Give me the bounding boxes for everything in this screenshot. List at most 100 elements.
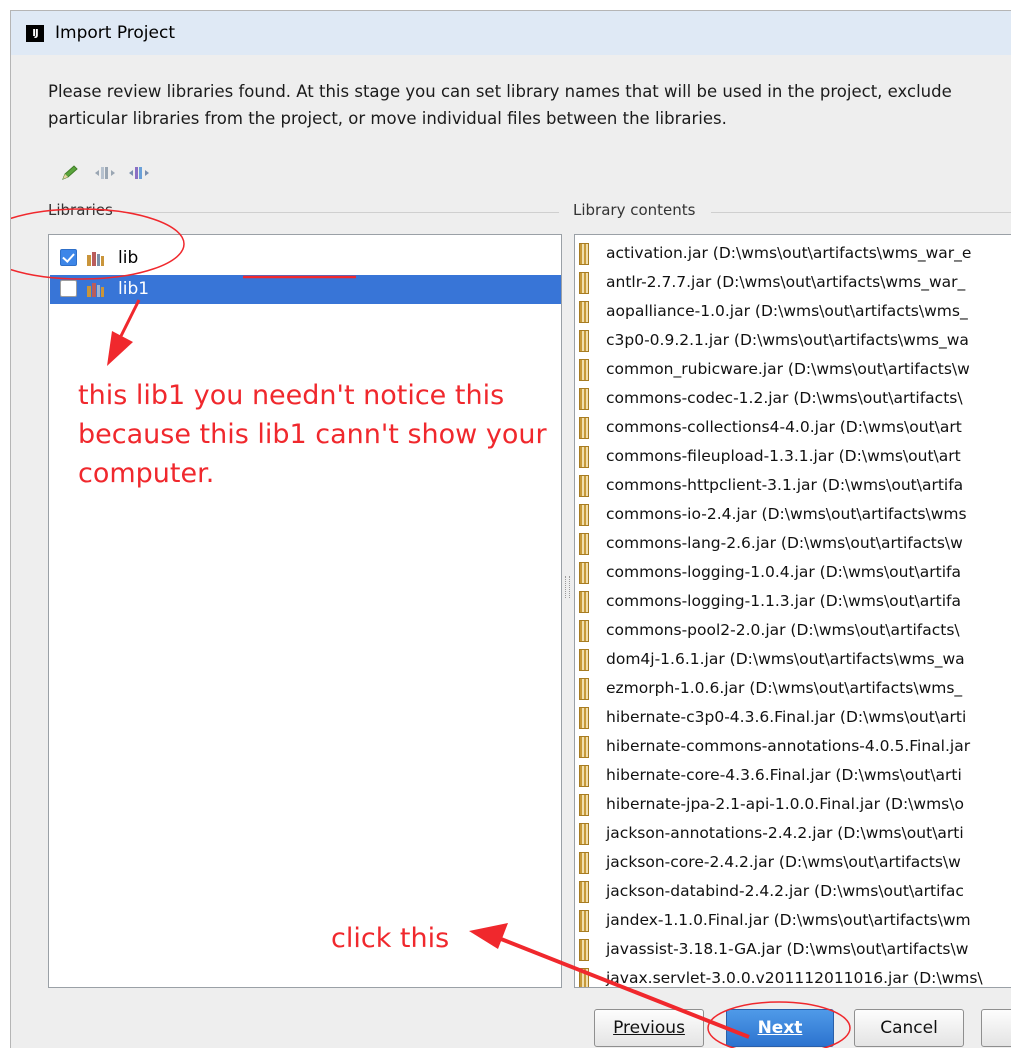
jar-row[interactable]: aopalliance-1.0.jar (D:\wms\out\artifact… <box>575 298 1011 327</box>
intellij-app-icon: IJ <box>26 25 44 42</box>
annotation-note-line-3: computer. <box>78 458 215 489</box>
jar-file-icon <box>579 446 589 468</box>
jar-row[interactable]: commons-pool2-2.0.jar (D:\wms\out\artifa… <box>575 617 1011 646</box>
jar-row[interactable]: jackson-databind-2.4.2.jar (D:\wms\out\a… <box>575 878 1011 907</box>
jar-name: jackson-annotations-2.4.2.jar (D:\wms\ou… <box>606 824 964 842</box>
edit-pencil-icon[interactable] <box>60 164 80 182</box>
cancel-button[interactable]: Cancel <box>854 1009 964 1047</box>
jar-file-icon <box>579 504 589 526</box>
jar-name: hibernate-jpa-2.1-api-1.0.0.Final.jar (D… <box>606 795 964 813</box>
jar-row[interactable]: jackson-core-2.4.2.jar (D:\wms\out\artif… <box>575 849 1011 878</box>
help-button-partial[interactable] <box>981 1009 1011 1047</box>
import-project-dialog: IJ Import Project Please review librarie… <box>10 10 1011 1048</box>
merge-libraries-icon[interactable] <box>94 164 115 182</box>
split-library-icon[interactable] <box>128 164 149 182</box>
jar-name: hibernate-core-4.3.6.Final.jar (D:\wms\o… <box>606 766 962 784</box>
jar-file-icon <box>579 330 589 352</box>
jar-file-icon <box>579 533 589 555</box>
instructions-text: Please review libraries found. At this s… <box>48 82 952 128</box>
library-name: lib <box>118 248 139 268</box>
jar-file-icon <box>579 707 589 729</box>
jar-name: commons-lang-2.6.jar (D:\wms\out\artifac… <box>606 534 963 552</box>
jar-row[interactable]: hibernate-c3p0-4.3.6.Final.jar (D:\wms\o… <box>575 704 1011 733</box>
jar-file-icon <box>579 765 589 787</box>
jar-name: javassist-3.18.1-GA.jar (D:\wms\out\arti… <box>606 940 969 958</box>
libraries-label: Libraries <box>48 201 113 219</box>
jar-row[interactable]: commons-logging-1.0.4.jar (D:\wms\out\ar… <box>575 559 1011 588</box>
jar-row[interactable]: commons-lang-2.6.jar (D:\wms\out\artifac… <box>575 530 1011 559</box>
library-name: lib1 <box>118 279 150 299</box>
jar-name: dom4j-1.6.1.jar (D:\wms\out\artifacts\wm… <box>606 650 965 668</box>
jar-name: c3p0-0.9.2.1.jar (D:\wms\out\artifacts\w… <box>606 331 969 349</box>
jar-file-icon <box>579 649 589 671</box>
lib1-checkbox[interactable] <box>60 280 77 297</box>
title-bar[interactable]: IJ Import Project <box>11 11 1011 55</box>
jar-file-icon <box>579 939 589 961</box>
jar-name: jackson-databind-2.4.2.jar (D:\wms\out\a… <box>606 882 964 900</box>
jar-row[interactable]: commons-logging-1.1.3.jar (D:\wms\out\ar… <box>575 588 1011 617</box>
jar-name: common_rubicware.jar (D:\wms\out\artifac… <box>606 360 970 378</box>
previous-button-label: Previous <box>613 1018 685 1038</box>
window-title: Import Project <box>55 23 175 43</box>
jar-row[interactable]: commons-collections4-4.0.jar (D:\wms\out… <box>575 414 1011 443</box>
jar-file-icon <box>579 968 589 987</box>
jar-row[interactable]: hibernate-jpa-2.1-api-1.0.0.Final.jar (D… <box>575 791 1011 820</box>
previous-button[interactable]: Previous <box>594 1009 704 1047</box>
lib-checkbox[interactable] <box>60 249 77 266</box>
library-contents-label: Library contents <box>573 201 696 219</box>
jar-row[interactable]: common_rubicware.jar (D:\wms\out\artifac… <box>575 356 1011 385</box>
jar-name: commons-fileupload-1.3.1.jar (D:\wms\out… <box>606 447 961 465</box>
jar-row[interactable]: commons-codec-1.2.jar (D:\wms\out\artifa… <box>575 385 1011 414</box>
library-row-lib[interactable]: lib <box>50 244 561 273</box>
jar-file-icon <box>579 243 589 265</box>
jar-file-icon <box>579 678 589 700</box>
library-contents-list[interactable]: activation.jar (D:\wms\out\artifacts\wms… <box>574 234 1011 988</box>
jar-name: commons-httpclient-3.1.jar (D:\wms\out\a… <box>606 476 964 494</box>
jar-row[interactable]: jackson-annotations-2.4.2.jar (D:\wms\ou… <box>575 820 1011 849</box>
jar-file-icon <box>579 910 589 932</box>
jar-row[interactable]: jandex-1.1.0.Final.jar (D:\wms\out\artif… <box>575 907 1011 936</box>
jar-file-icon <box>579 272 589 294</box>
jar-file-icon <box>579 620 589 642</box>
jar-file-icon <box>579 562 589 584</box>
jar-name: antlr-2.7.7.jar (D:\wms\out\artifacts\wm… <box>606 273 966 291</box>
splitter-handle[interactable] <box>565 576 570 598</box>
jar-row[interactable]: hibernate-core-4.3.6.Final.jar (D:\wms\o… <box>575 762 1011 791</box>
next-button[interactable]: Next <box>726 1009 834 1047</box>
jar-name: commons-pool2-2.0.jar (D:\wms\out\artifa… <box>606 621 960 639</box>
jar-row[interactable]: commons-io-2.4.jar (D:\wms\out\artifacts… <box>575 501 1011 530</box>
jar-file-icon <box>579 881 589 903</box>
jar-name: activation.jar (D:\wms\out\artifacts\wms… <box>606 244 972 262</box>
library-row-lib1[interactable]: lib1 <box>50 275 561 304</box>
jar-file-icon <box>579 417 589 439</box>
jar-row[interactable]: commons-httpclient-3.1.jar (D:\wms\out\a… <box>575 472 1011 501</box>
libraries-list[interactable]: lib lib1 <box>48 234 562 988</box>
jar-row[interactable]: hibernate-commons-annotations-4.0.5.Fina… <box>575 733 1011 762</box>
library-contents-separator <box>711 212 1011 213</box>
jar-row[interactable]: activation.jar (D:\wms\out\artifacts\wms… <box>575 240 1011 269</box>
jar-name: javax.servlet-3.0.0.v201112011016.jar (D… <box>606 969 983 987</box>
jar-name: hibernate-commons-annotations-4.0.5.Fina… <box>606 737 971 755</box>
jar-name: commons-logging-1.1.3.jar (D:\wms\out\ar… <box>606 592 961 610</box>
jar-row[interactable]: c3p0-0.9.2.1.jar (D:\wms\out\artifacts\w… <box>575 327 1011 356</box>
jar-file-icon <box>579 301 589 323</box>
jar-row[interactable]: antlr-2.7.7.jar (D:\wms\out\artifacts\wm… <box>575 269 1011 298</box>
jar-file-icon <box>579 736 589 758</box>
annotation-note-line-2: because this lib1 cann't show your <box>78 419 547 450</box>
annotation-note: this lib1 you needn't notice this becaus… <box>78 376 578 493</box>
jar-row[interactable]: javassist-3.18.1-GA.jar (D:\wms\out\arti… <box>575 936 1011 965</box>
jar-name: commons-io-2.4.jar (D:\wms\out\artifacts… <box>606 505 967 523</box>
jar-file-icon <box>579 794 589 816</box>
jar-file-icon <box>579 823 589 845</box>
jar-row[interactable]: commons-fileupload-1.3.1.jar (D:\wms\out… <box>575 443 1011 472</box>
jar-row[interactable]: ezmorph-1.0.6.jar (D:\wms\out\artifacts\… <box>575 675 1011 704</box>
jar-name: commons-collections4-4.0.jar (D:\wms\out… <box>606 418 962 436</box>
jar-row[interactable]: dom4j-1.6.1.jar (D:\wms\out\artifacts\wm… <box>575 646 1011 675</box>
annotation-note-line-1: this lib1 you needn't notice this <box>78 380 505 411</box>
library-icon <box>87 251 105 266</box>
jar-name: hibernate-c3p0-4.3.6.Final.jar (D:\wms\o… <box>606 708 967 726</box>
jar-row[interactable]: javax.servlet-3.0.0.v201112011016.jar (D… <box>575 965 1011 987</box>
jar-name: jandex-1.1.0.Final.jar (D:\wms\out\artif… <box>606 911 971 929</box>
jar-name: ezmorph-1.0.6.jar (D:\wms\out\artifacts\… <box>606 679 963 697</box>
jar-file-icon <box>579 591 589 613</box>
